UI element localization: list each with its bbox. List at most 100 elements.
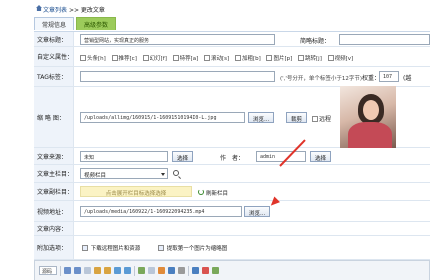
replace-icon[interactable] <box>158 267 165 274</box>
search-icon[interactable] <box>173 170 179 176</box>
breadcrumb-root-link[interactable]: 文章列表 <box>43 7 67 14</box>
toolbar-divider <box>188 265 189 276</box>
attributes-label: 自定义属性： <box>34 47 74 66</box>
video-path-input[interactable]: /uploads/media/160922/1-160922094235.mp4 <box>80 206 242 217</box>
checkbox[interactable] <box>266 55 273 61</box>
video-row: 视频地址： /uploads/media/160922/1-1609220942… <box>34 201 430 222</box>
thumbnail-browse-button[interactable]: 浏览... <box>248 112 275 123</box>
author-input[interactable]: admin <box>256 151 306 162</box>
sub-column-label: 文章副栏目： <box>34 183 74 200</box>
source-input[interactable]: 未知 <box>80 151 168 162</box>
short-title-input[interactable] <box>339 34 430 45</box>
table-icon[interactable] <box>212 267 219 274</box>
short-title-label: 简略标题： <box>300 38 331 45</box>
editor-toolbar: 源码 <box>34 260 430 280</box>
checkbox[interactable] <box>158 245 164 251</box>
remote-option[interactable]: 远程 <box>312 114 331 123</box>
checkbox[interactable] <box>312 116 318 122</box>
remote-label: 远程 <box>319 116 332 123</box>
tab-advanced[interactable]: 高级参数 <box>76 17 117 30</box>
redo-icon[interactable] <box>74 267 81 274</box>
home-icon <box>36 5 42 11</box>
find-icon[interactable] <box>148 267 155 274</box>
attr-special[interactable]: 特荐[a] <box>172 55 199 62</box>
weight-label: 权重： <box>362 75 381 82</box>
cut-icon[interactable] <box>84 267 91 274</box>
author-label: 作 者： <box>220 155 245 162</box>
download-remote-option[interactable]: 下载远程图片和资源 <box>82 244 140 252</box>
tag-input[interactable] <box>80 71 275 82</box>
thumbnail-preview-image <box>340 86 396 148</box>
sub-column-picker[interactable]: 点击展开栏目标选择选择 <box>80 186 192 197</box>
content-label: 文章内容： <box>34 222 74 235</box>
source-row: 文章来源： 未知 选择 作 者： admin 选择 <box>34 148 430 165</box>
attr-image[interactable]: 图片[p] <box>266 55 293 62</box>
main-column-label: 文章主栏目： <box>34 165 74 182</box>
paste-text-icon[interactable] <box>114 267 121 274</box>
attr-special-label: 特荐[a] <box>179 56 199 62</box>
main-column-select[interactable]: 视频栏目 <box>80 168 168 179</box>
attr-slide[interactable]: 幻灯[f] <box>142 55 167 62</box>
attr-recommend-label: 推荐[c] <box>118 56 137 62</box>
attr-image-label: 图片[p] <box>273 56 293 62</box>
undo-icon[interactable] <box>64 267 71 274</box>
tag-row: TAG标签： (','号分开，单个标签小于12字节) 权重： 107 (越 <box>34 67 430 87</box>
source-code-button[interactable]: 源码 <box>39 266 57 275</box>
video-browse-button[interactable]: 浏览... <box>244 206 271 217</box>
checkbox[interactable] <box>204 55 211 61</box>
attr-slide-label: 幻灯[f] <box>149 56 167 62</box>
attr-video[interactable]: 视频[v] <box>327 55 354 62</box>
title-row: 文章标题： 营销型网站，实现真正的服务 简略标题： <box>34 32 430 47</box>
attributes-row: 自定义属性： 头条[h] 推荐[c] 幻灯[f] 特荐[a] 滚动[s] 加粗[… <box>34 47 430 67</box>
refresh-columns-link[interactable]: 刷新栏目 <box>206 189 228 197</box>
checkbox[interactable] <box>298 55 305 61</box>
weight-input[interactable]: 107 <box>379 71 399 82</box>
video-label: 视频地址： <box>34 201 74 221</box>
thumbnail-path-input[interactable]: /uploads/allimg/160915/1-16091510194I0-L… <box>80 112 245 123</box>
toolbar-divider <box>134 265 135 276</box>
attr-recommend[interactable]: 推荐[c] <box>111 55 137 62</box>
image-icon[interactable] <box>192 267 199 274</box>
paste-word-icon[interactable] <box>124 267 131 274</box>
tag-note: (','号分开，单个标签小于12字节) <box>280 76 363 82</box>
attr-scroll[interactable]: 滚动[s] <box>204 55 229 62</box>
source-select-button[interactable]: 选择 <box>172 151 194 162</box>
refresh-icon[interactable] <box>198 189 204 195</box>
tab-general[interactable]: 常规信息 <box>34 17 75 30</box>
flash-icon[interactable] <box>202 267 209 274</box>
print-icon[interactable] <box>138 267 145 274</box>
checkbox[interactable] <box>327 55 334 61</box>
attr-headline[interactable]: 头条[h] <box>80 55 106 62</box>
checkbox[interactable] <box>172 55 179 61</box>
attr-jump[interactable]: 跳转[j] <box>298 55 322 62</box>
first-image-thumb-option[interactable]: 提取第一个图片为缩略图 <box>158 244 227 252</box>
checkbox[interactable] <box>234 55 241 61</box>
tab-bar: 常规信息 高级参数 <box>34 17 118 31</box>
title-input[interactable]: 营销型网站，实现真正的服务 <box>80 34 275 45</box>
attr-jump-label: 跳转[j] <box>305 56 322 62</box>
attr-video-label: 视频[v] <box>334 56 354 62</box>
weight-extra: (越 <box>403 75 412 82</box>
main-column-row: 文章主栏目： 视频栏目 <box>34 165 430 183</box>
copy-icon[interactable] <box>94 267 101 274</box>
source-label: 文章来源： <box>34 148 74 164</box>
paste-icon[interactable] <box>104 267 111 274</box>
attribute-checkboxes: 头条[h] 推荐[c] 幻灯[f] 特荐[a] 滚动[s] 加粗[b] 图片[p… <box>80 54 357 62</box>
select-all-icon[interactable] <box>168 267 175 274</box>
checkbox[interactable] <box>142 55 149 61</box>
download-remote-label: 下载远程图片和资源 <box>90 246 141 252</box>
checkbox[interactable] <box>82 245 88 251</box>
checkbox[interactable] <box>111 55 118 61</box>
article-form: 文章标题： 营销型网站，实现真正的服务 简略标题： 自定义属性： 头条[h] 推… <box>34 31 430 280</box>
author-select-button[interactable]: 选择 <box>310 151 332 162</box>
title-label: 文章标题： <box>34 32 74 46</box>
tag-label: TAG标签： <box>34 67 74 86</box>
thumbnail-label: 缩 略 图： <box>34 87 74 147</box>
attr-bold[interactable]: 加粗[b] <box>234 55 261 62</box>
sub-column-row: 文章副栏目： 点击展开栏目标选择选择 刷新栏目 <box>34 183 430 201</box>
remove-format-icon[interactable] <box>178 267 185 274</box>
breadcrumb-separator: >> <box>68 7 79 14</box>
crop-button[interactable]: 裁剪 <box>286 112 308 123</box>
options-row: 附加选项： 下载远程图片和资源 提取第一个图片为缩略图 <box>34 236 430 260</box>
checkbox[interactable] <box>80 55 86 61</box>
